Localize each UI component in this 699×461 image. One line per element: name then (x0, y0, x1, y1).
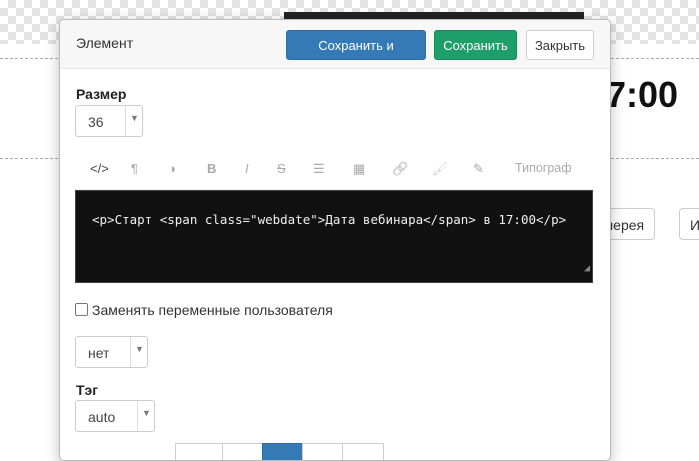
save-and-close-button[interactable]: Сохранить и закрыть (286, 30, 426, 81)
element-modal: Элемент Сохранить и закрыть Сохранить За… (59, 19, 611, 461)
replace-vars-label: Заменять переменные пользователя (92, 302, 333, 318)
size-value: 36 (88, 114, 104, 130)
modal-header: Элемент Сохранить и закрыть Сохранить За… (60, 20, 610, 81)
chevron-down-icon: ▼ (130, 113, 139, 123)
resize-handle-icon[interactable]: ◢ (584, 258, 590, 280)
tag-select[interactable]: auto ▼ (75, 400, 155, 432)
tag-value: auto (88, 409, 116, 425)
code-view-icon[interactable]: </> (90, 161, 109, 176)
replace-vars-checkbox[interactable] (75, 303, 88, 316)
chevron-down-icon: ▼ (142, 408, 151, 418)
align-value: нет (88, 345, 110, 361)
tag-label: Тэг (76, 382, 99, 398)
pencil-icon[interactable]: ✎ (473, 161, 484, 177)
background-time-text: 7:00 (606, 74, 679, 115)
align-select[interactable]: нет ▼ (75, 336, 148, 368)
strikethrough-icon[interactable]: S (277, 161, 286, 176)
size-select[interactable]: 36 ▼ (75, 105, 143, 137)
italic-icon[interactable]: I (245, 161, 249, 176)
modal-title: Элемент (76, 35, 134, 51)
save-button[interactable]: Сохранить (434, 30, 517, 60)
contrast-icon[interactable]: ◑ (168, 161, 176, 176)
chevron-down-icon: ▼ (135, 344, 144, 354)
typograf-button[interactable]: Типограф (515, 161, 572, 175)
close-button[interactable]: Закрыть (526, 30, 594, 60)
link-icon[interactable]: 🔗 (392, 161, 408, 177)
bold-icon[interactable]: B (207, 161, 216, 176)
replace-vars-checkbox-row[interactable]: Заменять переменные пользователя (75, 302, 333, 318)
editor-toolbar: </> ¶ ◑ B I S ☰ ▦ 🔗 🖌 ✎ Типограф (75, 148, 594, 190)
code-editor[interactable]: <p>Старт <span class="webdate">Дата веби… (75, 190, 593, 283)
brush-icon[interactable]: 🖌 (432, 161, 449, 177)
size-label: Размер (76, 86, 127, 102)
code-text: <p>Старт <span class="webdate">Дата веби… (92, 212, 567, 227)
background-partial-button[interactable]: И (679, 208, 699, 240)
paragraph-icon[interactable]: ¶ (131, 161, 138, 176)
list-icon[interactable]: ☰ (313, 161, 325, 177)
table-icon[interactable]: ▦ (353, 161, 365, 177)
